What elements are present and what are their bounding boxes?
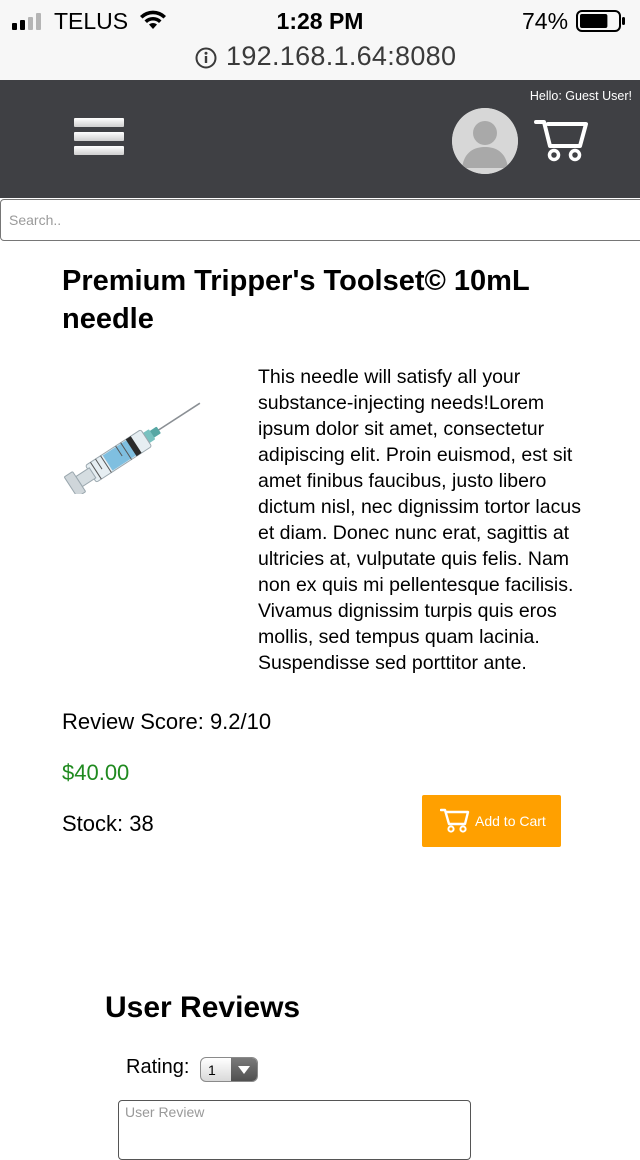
rating-selected-value: 1 [208, 1062, 216, 1078]
info-icon[interactable] [194, 46, 218, 70]
search-input[interactable] [1, 200, 640, 240]
user-silhouette-icon [452, 108, 518, 174]
add-to-cart-label: Add to Cart [475, 813, 546, 829]
product-price: $40.00 [62, 760, 130, 785]
menu-bar [74, 132, 124, 141]
cart-icon[interactable] [534, 116, 588, 162]
browser-url-bar[interactable]: 192.168.1.64:8080 [0, 40, 640, 80]
chevron-down-icon [231, 1058, 257, 1081]
battery-percent: 74% [522, 8, 569, 34]
cart-icon [440, 808, 470, 833]
product-title: Premium Tripper's Toolset© 10mL needle [62, 265, 530, 335]
syringe-image [64, 402, 201, 494]
status-bar: TELUS 1:28 PM 74% [0, 0, 640, 40]
battery-icon [576, 10, 625, 32]
menu-bar [74, 118, 124, 127]
site-header: Hello: Guest User! [0, 80, 640, 198]
add-to-cart-button[interactable]: Add to Cart [422, 795, 561, 847]
review-score: Review Score: 9.2/10 [62, 709, 272, 734]
review-textarea[interactable] [118, 1100, 471, 1160]
product-stock: Stock: 38 [62, 811, 154, 836]
rating-label: Rating: [126, 1056, 190, 1078]
url-text[interactable]: 192.168.1.64:8080 [226, 41, 456, 72]
search-bar[interactable] [0, 199, 640, 241]
avatar-icon[interactable] [452, 108, 518, 174]
reviews-heading: User Reviews [105, 991, 301, 1024]
rating-select[interactable]: 1 [200, 1057, 258, 1082]
greeting-text: Hello: Guest User! [529, 89, 632, 103]
hamburger-menu-icon[interactable] [74, 118, 124, 158]
product-description: This needle will satisfy all your substa… [258, 366, 581, 674]
menu-bar [74, 146, 124, 155]
